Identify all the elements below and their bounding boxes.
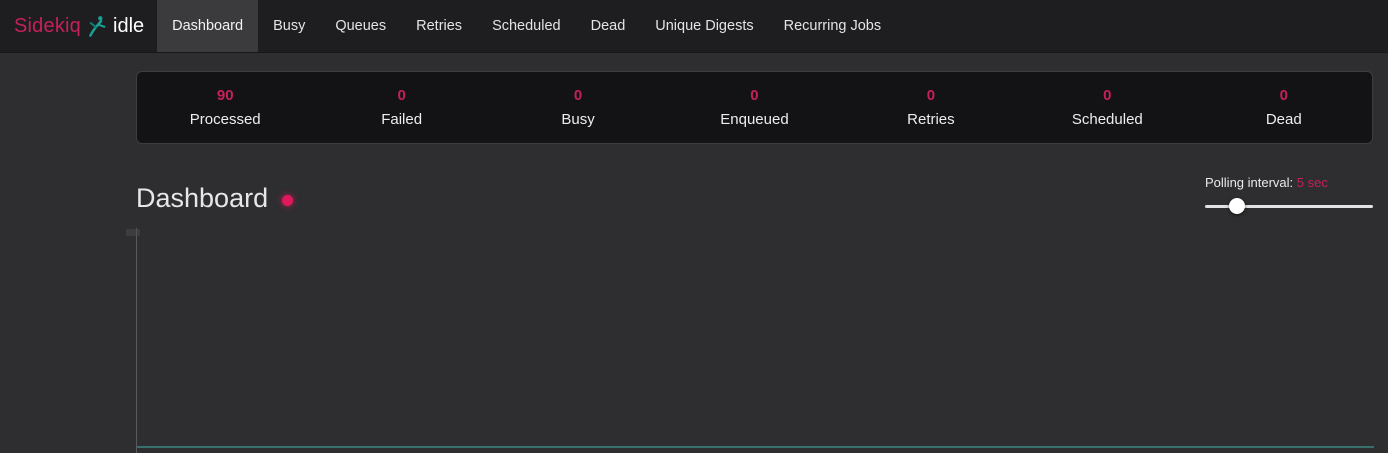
stat-scheduled-value: 0 [1103, 87, 1111, 104]
process-status: idle [113, 15, 144, 38]
nav-item-queues[interactable]: Queues [320, 0, 401, 52]
live-beacon-indicator [282, 195, 293, 206]
stat-failed-label: Failed [381, 111, 422, 128]
stat-failed[interactable]: 0 Failed [313, 72, 489, 143]
sidekiq-gymnast-icon [88, 15, 106, 37]
page-header: Dashboard [136, 183, 293, 214]
stat-busy[interactable]: 0 Busy [490, 72, 666, 143]
stat-dead-label: Dead [1266, 111, 1302, 128]
stat-dead[interactable]: 0 Dead [1196, 72, 1372, 143]
stat-retries-value: 0 [927, 87, 935, 104]
nav-item-scheduled[interactable]: Scheduled [477, 0, 576, 52]
nav-menu: Dashboard Busy Queues Retries Scheduled … [157, 0, 896, 52]
chart-axis-tick-label [126, 229, 140, 236]
polling-interval-slider[interactable] [1205, 198, 1373, 214]
stat-busy-value: 0 [574, 87, 582, 104]
top-navbar: Sidekiq idle Dashboard Busy Queues Retri… [0, 0, 1388, 53]
polling-interval-control: Polling interval: 5 sec [1205, 175, 1373, 214]
nav-item-dead[interactable]: Dead [576, 0, 641, 52]
stat-scheduled[interactable]: 0 Scheduled [1019, 72, 1195, 143]
stat-processed-label: Processed [190, 111, 261, 128]
nav-item-busy[interactable]: Busy [258, 0, 320, 52]
nav-item-recurring-jobs[interactable]: Recurring Jobs [769, 0, 897, 52]
stat-enqueued-label: Enqueued [720, 111, 788, 128]
realtime-chart [136, 228, 1374, 453]
polling-slider-thumb[interactable] [1229, 198, 1245, 214]
nav-item-unique-digests[interactable]: Unique Digests [640, 0, 768, 52]
brand-title: Sidekiq [14, 15, 81, 38]
stat-scheduled-label: Scheduled [1072, 111, 1143, 128]
sidekiq-dashboard-page: { "navbar": { "brand": "Sidekiq", "statu… [0, 0, 1388, 453]
stat-retries[interactable]: 0 Retries [843, 72, 1019, 143]
stat-enqueued[interactable]: 0 Enqueued [666, 72, 842, 143]
stat-processed[interactable]: 90 Processed [137, 72, 313, 143]
page-title: Dashboard [136, 183, 268, 214]
polling-interval-label: Polling interval: [1205, 175, 1293, 190]
polling-interval-text: Polling interval: 5 sec [1205, 175, 1373, 190]
stat-enqueued-value: 0 [750, 87, 758, 104]
nav-item-retries[interactable]: Retries [401, 0, 477, 52]
stat-processed-value: 90 [217, 87, 234, 104]
chart-zero-line [137, 446, 1374, 448]
stat-busy-label: Busy [561, 111, 594, 128]
stat-failed-value: 0 [397, 87, 405, 104]
stats-summary-bar: 90 Processed 0 Failed 0 Busy 0 Enqueued … [136, 71, 1373, 144]
nav-item-dashboard[interactable]: Dashboard [157, 0, 258, 52]
brand-link[interactable]: Sidekiq idle [0, 0, 144, 52]
stat-retries-label: Retries [907, 111, 955, 128]
stat-dead-value: 0 [1280, 87, 1288, 104]
polling-interval-value: 5 sec [1297, 175, 1328, 190]
